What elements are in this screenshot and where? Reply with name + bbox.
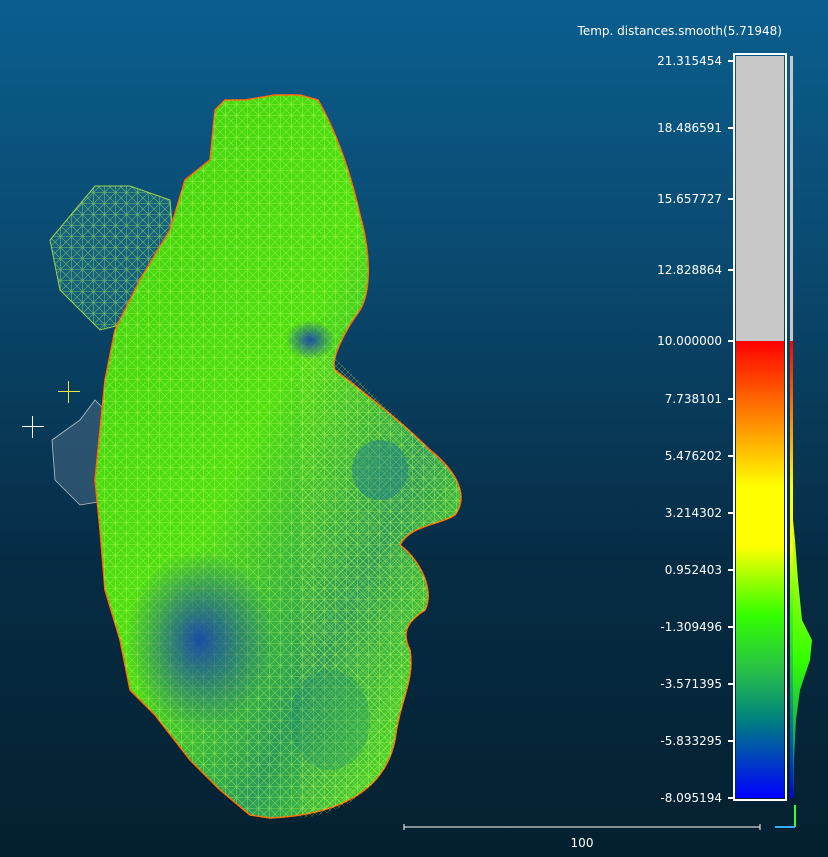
scalar-field-title: Temp. distances.smooth(5.71948) bbox=[577, 24, 782, 38]
cheek-shadow bbox=[125, 550, 275, 730]
eye-shadow bbox=[285, 320, 335, 360]
histogram-curve bbox=[793, 520, 812, 800]
scale-tick-label: 21.315454 bbox=[657, 54, 722, 68]
scale-tick-label: 5.476202 bbox=[664, 449, 722, 463]
picking-cursor-icon[interactable] bbox=[58, 381, 80, 403]
color-scale-gradient bbox=[736, 341, 784, 798]
scale-tick-label: 12.828864 bbox=[657, 263, 722, 277]
scale-bar-line bbox=[403, 824, 761, 830]
scale-tick-label: 15.657727 bbox=[657, 192, 722, 206]
scale-tick-label: -1.309496 bbox=[660, 620, 722, 634]
histogram-saturated bbox=[790, 56, 793, 341]
color-scale-bar bbox=[733, 53, 812, 801]
color-scale-saturated bbox=[736, 56, 784, 341]
histogram-column bbox=[790, 341, 793, 798]
scale-tick-label: -5.833295 bbox=[660, 734, 722, 748]
scale-tick-label: 7.738101 bbox=[664, 392, 722, 406]
scale-tick-label: -3.571395 bbox=[660, 677, 722, 691]
3d-viewport[interactable]: Temp. distances.smooth(5.71948) 21.31545… bbox=[0, 0, 828, 857]
scale-tick-label: 0.952403 bbox=[664, 563, 722, 577]
axis-trihedron-icon bbox=[775, 805, 796, 828]
scale-bar-label: 100 bbox=[570, 836, 594, 850]
scale-tick-label: 3.214302 bbox=[664, 506, 722, 520]
scale-tick-label: 18.486591 bbox=[657, 121, 722, 135]
nostril-shadow bbox=[352, 440, 408, 500]
crosshair-cursor-icon[interactable] bbox=[22, 416, 44, 438]
scale-tick-label: 10.000000 bbox=[657, 334, 722, 348]
scale-tick-label: -8.095194 bbox=[660, 791, 722, 805]
